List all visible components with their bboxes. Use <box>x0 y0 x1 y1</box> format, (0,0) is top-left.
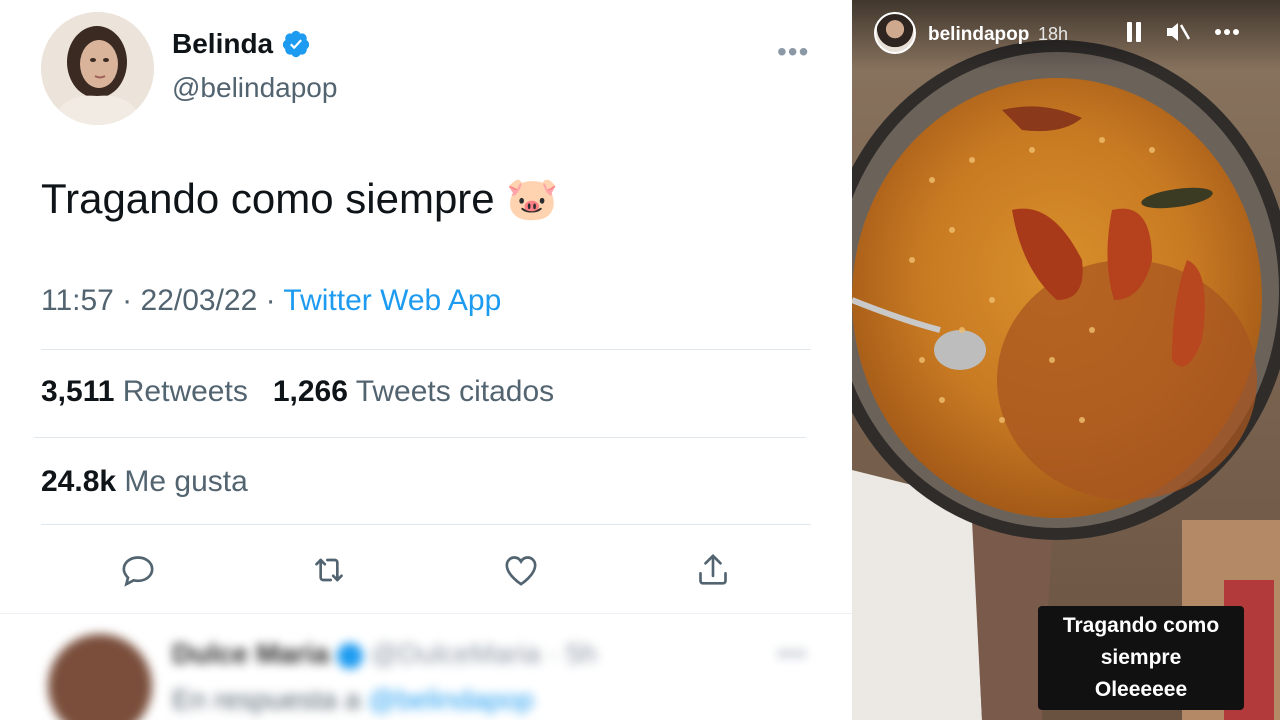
pause-button[interactable] <box>1124 20 1144 49</box>
retweets-count: 3,511 <box>41 375 115 408</box>
user-handle[interactable]: @belindapop <box>172 72 337 104</box>
caption-line: siempre <box>1100 646 1182 669</box>
retweet-icon <box>315 558 343 582</box>
instagram-story[interactable]: belindapop 18h Tragando como siempre Ole… <box>852 0 1280 720</box>
quotes-stat[interactable]: 1,266 Tweets citados <box>273 375 554 408</box>
reply-tweet-preview[interactable]: Dulce Maria @DulceMaria · 5h En respuest… <box>0 614 852 720</box>
story-avatar[interactable] <box>874 12 916 54</box>
reply-context: En respuesta a @belindapop <box>172 684 534 716</box>
more-icon <box>1215 29 1239 35</box>
display-name-text[interactable]: Belinda <box>172 28 273 60</box>
tweet-card: Belinda @belindapop ••• Tragando como si… <box>0 0 852 720</box>
story-more-button[interactable] <box>1214 20 1240 49</box>
divider <box>41 349 811 350</box>
story-caption: Tragando como siempre Oleeeeee <box>1038 606 1244 710</box>
story-header: belindapop 18h <box>852 0 1280 70</box>
reply-author-handle: @DulceMaria · 5h <box>370 638 597 669</box>
tweet-text: Tragando como siempre 🐷 <box>41 175 559 222</box>
like-icon <box>505 556 537 586</box>
mute-icon <box>1167 23 1191 41</box>
verified-badge-icon <box>336 642 363 669</box>
share-button[interactable] <box>691 548 735 592</box>
tweet-timestamp[interactable]: 11:57 · 22/03/22 · <box>41 284 283 317</box>
more-options-icon[interactable]: ••• <box>777 38 809 66</box>
user-avatar[interactable] <box>41 12 154 125</box>
pause-icon <box>1127 22 1141 42</box>
reply-button[interactable] <box>116 548 160 592</box>
reply-author[interactable]: Dulce Maria @DulceMaria · 5h <box>172 638 597 670</box>
divider <box>41 524 811 525</box>
retweet-button[interactable] <box>307 548 351 592</box>
reply-mention-link[interactable]: @belindapop <box>368 684 533 715</box>
quotes-label: Tweets citados <box>355 375 555 408</box>
caption-line: Tragando como <box>1062 614 1220 637</box>
reply-icon <box>122 556 154 587</box>
story-timestamp: 18h <box>1038 24 1069 44</box>
divider <box>34 437 806 438</box>
mute-button[interactable] <box>1164 20 1191 49</box>
likes-label: Me gusta <box>124 465 248 498</box>
retweets-stat[interactable]: 3,511 Retweets <box>41 375 248 408</box>
reply-more-options-icon[interactable]: ••• <box>777 638 806 670</box>
tweet-source-link[interactable]: Twitter Web App <box>283 284 501 317</box>
reply-avatar[interactable] <box>48 634 152 720</box>
quotes-count: 1,266 <box>272 375 348 408</box>
like-button[interactable] <box>499 548 543 592</box>
reply-context-prefix: En respuesta a <box>172 684 369 715</box>
caption-line: Oleeeeee <box>1094 678 1188 701</box>
tweet-actions <box>41 548 811 596</box>
verified-badge-icon <box>283 30 310 58</box>
tweet-metadata: 11:57 · 22/03/22 · Twitter Web App <box>41 284 501 318</box>
story-username[interactable]: belindapop <box>928 24 1029 46</box>
likes-stat[interactable]: 24.8k Me gusta <box>41 465 248 499</box>
retweets-label: Retweets <box>122 375 248 408</box>
share-icon <box>699 554 727 585</box>
likes-count: 24.8k <box>41 465 117 498</box>
retweet-stats: 3,511 Retweets 1,266 Tweets citados <box>41 375 554 409</box>
display-name[interactable]: Belinda <box>172 28 311 60</box>
reply-author-name: Dulce Maria <box>172 638 330 669</box>
